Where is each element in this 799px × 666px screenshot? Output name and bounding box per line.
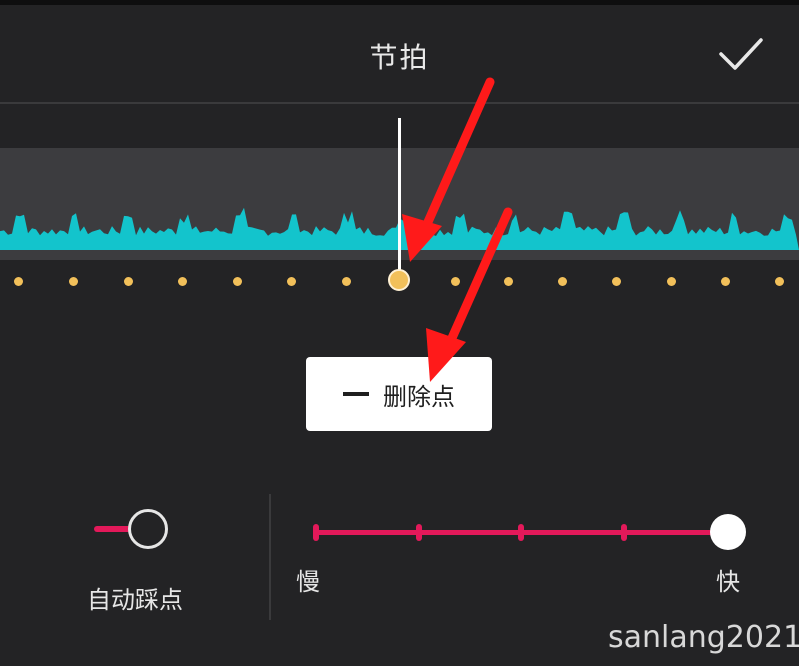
checkmark-icon xyxy=(719,38,763,70)
beat-marker[interactable] xyxy=(13,277,23,286)
beat-marker[interactable] xyxy=(450,277,460,286)
beat-markers xyxy=(0,268,799,294)
watermark: sanlang2021 xyxy=(608,620,799,655)
auto-beat-label: 自动踩点 xyxy=(87,586,183,614)
confirm-button[interactable] xyxy=(716,32,766,76)
auto-beat-toggle[interactable] xyxy=(94,508,170,549)
annotation-arrows xyxy=(402,77,513,382)
playhead[interactable] xyxy=(398,118,401,288)
beat-marker[interactable] xyxy=(557,277,567,286)
slow-label: 慢 xyxy=(296,568,320,596)
header-divider xyxy=(0,102,799,104)
beat-marker[interactable] xyxy=(720,277,730,286)
slider-tick[interactable] xyxy=(415,524,422,541)
speed-slider[interactable] xyxy=(304,510,754,554)
slider-tick[interactable] xyxy=(518,524,524,541)
beat-marker[interactable] xyxy=(286,277,296,286)
beat-marker[interactable] xyxy=(177,277,187,286)
delete-point-label: 删除点 xyxy=(383,382,455,411)
beat-marker[interactable] xyxy=(503,277,513,286)
toggle-knob xyxy=(128,509,168,549)
beat-marker[interactable] xyxy=(232,277,242,286)
beat-marker[interactable] xyxy=(341,277,351,286)
beat-marker[interactable] xyxy=(611,277,621,286)
slider-tick[interactable] xyxy=(620,524,627,541)
beat-marker[interactable] xyxy=(68,277,78,286)
beat-marker[interactable] xyxy=(666,277,676,286)
slider-tick[interactable] xyxy=(313,524,319,541)
beat-marker[interactable] xyxy=(774,277,784,286)
minus-icon xyxy=(343,392,369,396)
beat-marker[interactable] xyxy=(123,277,133,286)
top-edge xyxy=(0,0,799,5)
slider-thumb[interactable] xyxy=(710,514,746,550)
beat-marker-selected[interactable] xyxy=(388,269,410,291)
page-title: 节拍 xyxy=(369,41,430,74)
fast-label: 快 xyxy=(716,568,740,596)
delete-point-button[interactable]: 删除点 xyxy=(306,357,492,431)
vertical-divider xyxy=(269,494,271,620)
